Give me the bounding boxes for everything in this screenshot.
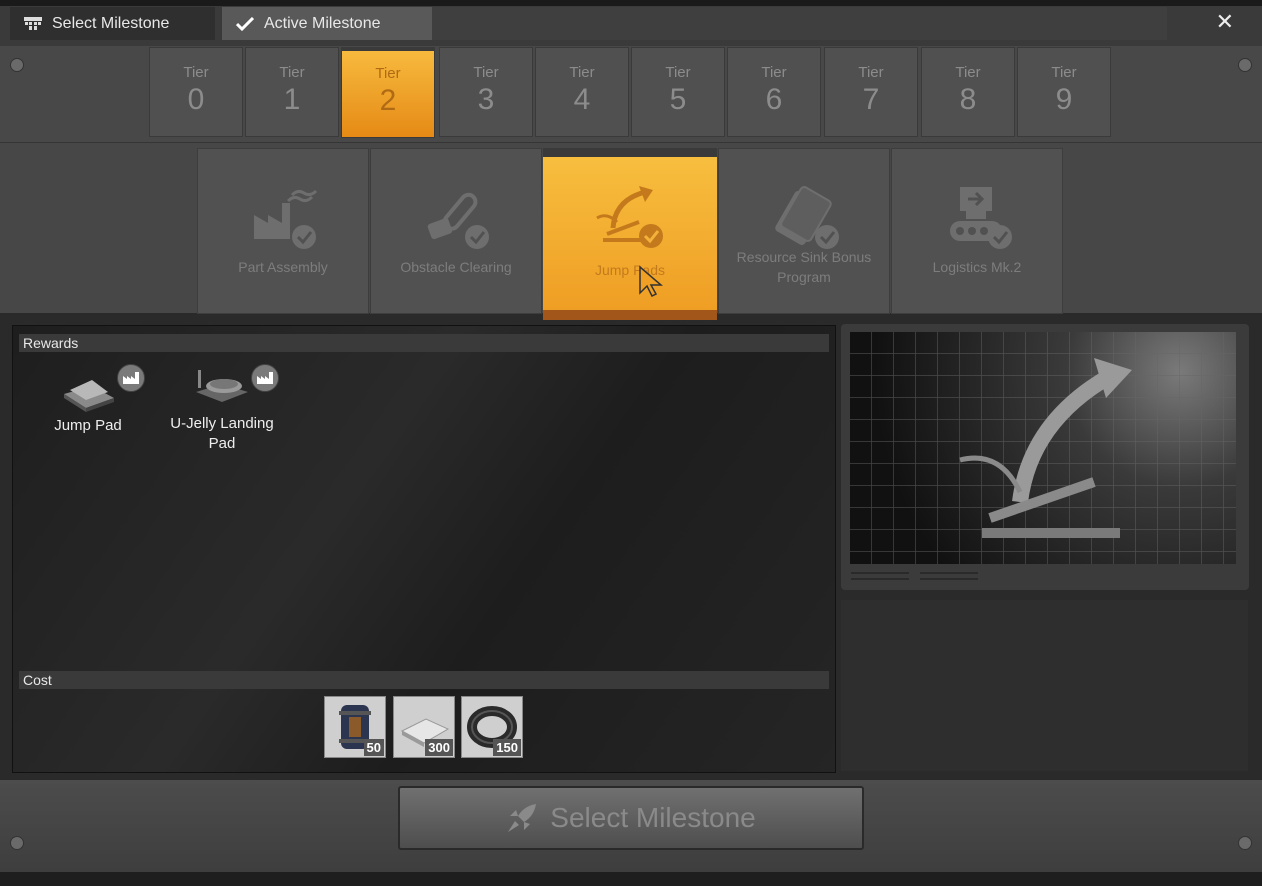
reward-item[interactable]: Jump Pad	[43, 364, 145, 436]
frame-vent-decoration	[851, 578, 909, 580]
tier-number: 8	[959, 83, 977, 116]
milestone-preview-frame	[841, 324, 1249, 590]
tier-tab-7[interactable]: Tier 7	[824, 47, 918, 137]
tier-tab-1[interactable]: Tier 1	[245, 47, 339, 137]
tier-number: 0	[187, 83, 205, 116]
tab-active-milestone[interactable]: Active Milestone	[222, 7, 432, 40]
milestone-obstacle-clearing[interactable]: Obstacle Clearing	[370, 148, 542, 314]
cost-item[interactable]: 50	[324, 696, 386, 758]
milestone-preview	[850, 332, 1236, 564]
chainsaw-icon	[427, 192, 489, 249]
tier-number: 9	[1055, 83, 1073, 116]
mouse-cursor-icon	[639, 265, 664, 297]
bottom-strip	[0, 872, 1262, 886]
frame-vent-decoration	[851, 572, 909, 574]
rewards-heading: Rewards	[19, 334, 829, 352]
tier-label: Tier	[279, 64, 305, 81]
title-bar: Select Milestone Active Milestone ✕	[0, 0, 1262, 46]
select-milestone-button[interactable]: Select Milestone	[398, 786, 864, 850]
milestone-label: Part Assembly	[238, 259, 328, 275]
top-strip	[0, 0, 1262, 6]
select-milestone-label: Select Milestone	[550, 802, 756, 833]
description-panel	[841, 600, 1248, 771]
milestone-label: Jump Pads	[594, 262, 666, 278]
close-button[interactable]: ✕	[1216, 9, 1234, 35]
coupon-icon	[775, 186, 839, 249]
factory-badge-icon	[251, 364, 279, 392]
cost-amount: 300	[425, 739, 453, 756]
tier-tab-4[interactable]: Tier 4	[535, 47, 629, 137]
tier-tab-3[interactable]: Tier 3	[439, 47, 533, 137]
screw-decoration	[10, 836, 24, 850]
rewards-cost-panel: Rewards Jump Pad U-Jelly Landing Pad Cos…	[12, 325, 836, 773]
tier-tab-0[interactable]: Tier 0	[149, 47, 243, 137]
reward-name: U-Jelly Landing Pad	[170, 415, 274, 452]
milestone-label: Obstacle Clearing	[400, 259, 512, 275]
tier-label: Tier	[665, 64, 691, 81]
tier-number: 3	[477, 83, 495, 116]
rocket-icon	[508, 804, 537, 832]
frame-vent-decoration	[920, 578, 978, 580]
jump-pad-icon	[596, 186, 663, 248]
tier-tab-8[interactable]: Tier 8	[921, 47, 1015, 137]
cost-amount: 50	[363, 739, 384, 756]
tier-label: Tier	[1051, 64, 1077, 81]
factory-badge-icon	[117, 364, 145, 392]
jump-pad-preview-icon	[850, 332, 1236, 564]
milestone-label: Resource Sink Bonus Program	[736, 249, 872, 285]
tier-label: Tier	[955, 64, 981, 81]
cost-amount: 150	[493, 739, 521, 756]
tier-number: 7	[862, 83, 880, 116]
tier-label: Tier	[858, 64, 884, 81]
landing-pad-item-icon	[196, 370, 248, 402]
tier-tab-5[interactable]: Tier 5	[631, 47, 725, 137]
tier-number: 1	[283, 83, 301, 116]
checkmark-icon	[234, 16, 256, 31]
conveyor-icon	[950, 187, 1012, 249]
factory-icon	[254, 189, 318, 249]
tier-tab-9[interactable]: Tier 9	[1017, 47, 1111, 137]
tier-label: Tier	[569, 64, 595, 81]
jump-pad-item-icon	[64, 380, 114, 412]
milestone-logistics-mk2[interactable]: Logistics Mk.2	[891, 148, 1063, 314]
cost-item[interactable]: 150	[461, 696, 523, 758]
tier-tab-6[interactable]: Tier 6	[727, 47, 821, 137]
milestone-resource-sink-bonus-program[interactable]: Resource Sink Bonus Program	[718, 148, 890, 314]
tier-tab-2[interactable]: Tier 2	[341, 47, 435, 138]
tier-label: Tier	[183, 64, 209, 81]
reward-item[interactable]: U-Jelly Landing Pad	[167, 362, 279, 454]
tier-number: 4	[573, 83, 591, 116]
milestone-label: Logistics Mk.2	[932, 259, 1022, 275]
cost-heading: Cost	[19, 671, 829, 689]
tier-label: Tier	[473, 64, 499, 81]
selected-underline	[543, 310, 717, 320]
tier-number: 6	[765, 83, 783, 116]
title-bar-spacer	[432, 7, 1167, 40]
tier-label: Tier	[375, 65, 401, 82]
screw-decoration	[1238, 836, 1252, 850]
cost-item[interactable]: 300	[393, 696, 455, 758]
tier-selector: Tier 0 Tier 1 Tier 2 Tier 3 Tier 4 Tier 5 Tier…	[0, 46, 1262, 143]
tab-active-milestone-label: Active Milestone	[264, 14, 381, 32]
reward-name: Jump Pad	[54, 417, 122, 434]
tier-number: 5	[669, 83, 687, 116]
tier-number: 2	[379, 84, 397, 117]
tier-label: Tier	[761, 64, 787, 81]
milestone-icon	[22, 16, 44, 31]
tab-select-milestone-label: Select Milestone	[52, 14, 170, 32]
milestone-selector: Part Assembly Obstacle Clearing Jump Pad…	[0, 143, 1262, 320]
screw-decoration	[1238, 58, 1252, 72]
screw-decoration	[10, 58, 24, 72]
milestone-part-assembly[interactable]: Part Assembly	[197, 148, 369, 314]
frame-vent-decoration	[920, 572, 978, 574]
milestone-jump-pads[interactable]: Jump Pads	[543, 148, 717, 320]
tab-select-milestone[interactable]: Select Milestone	[10, 7, 215, 40]
selected-indicator	[543, 148, 717, 157]
